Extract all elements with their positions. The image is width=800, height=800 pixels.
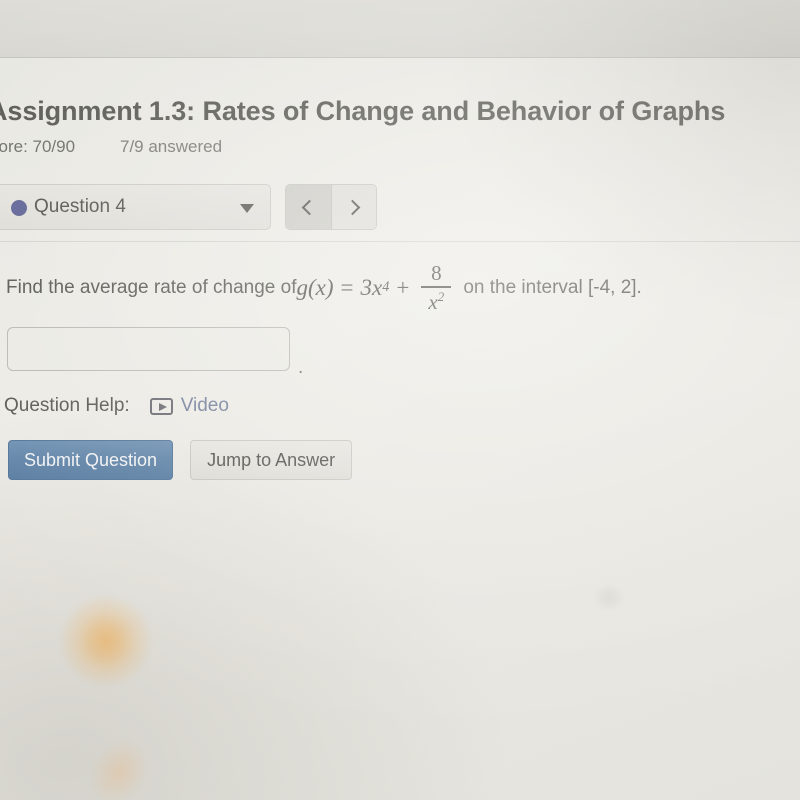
chevron-down-icon	[240, 204, 254, 213]
prompt-text-after: on the interval [-4, 2].	[463, 276, 642, 298]
lens-flare-secondary	[83, 734, 155, 800]
question-help-label: Question Help:	[4, 395, 130, 416]
prompt-text-before: Find the average rate of change of	[6, 276, 297, 298]
header-divider	[0, 57, 800, 58]
nav-divider	[0, 241, 800, 242]
function-name: g(x)	[296, 274, 334, 300]
video-link-label: Video	[180, 395, 229, 416]
video-help-link[interactable]: Video	[149, 395, 229, 417]
answered-count-text: 7/9 answered	[120, 137, 223, 156]
score-text: core: 70/90	[0, 137, 76, 156]
question-select-label: Question 4	[34, 196, 126, 217]
page-title: Assignment 1.3: Rates of Change and Beha…	[0, 96, 726, 126]
question-status-dot	[11, 200, 27, 216]
first-term-base: 3x	[360, 274, 383, 300]
lens-flare-faint	[596, 586, 622, 608]
question-select-dropdown[interactable]: Question 4	[0, 184, 271, 230]
assignment-screenshot: e Wednesday by 11:59pm Points 120 Submit…	[0, 0, 800, 800]
question-help-row: Question Help: Video	[0, 393, 229, 419]
chevron-left-icon	[301, 199, 318, 215]
previous-question-button[interactable]	[286, 185, 332, 229]
first-term-exponent: 4	[382, 279, 390, 296]
plus-sign: +	[396, 274, 410, 300]
equals-sign: =	[340, 274, 354, 300]
question-navigation-row: Question 4	[0, 184, 800, 242]
answer-input[interactable]	[7, 327, 290, 371]
denominator-exponent: 2	[437, 289, 445, 305]
fraction-denominator: x2	[423, 288, 449, 313]
fraction-numerator: 8	[431, 261, 442, 285]
denominator-base: x	[428, 290, 438, 315]
question-pager	[285, 184, 377, 230]
action-buttons-row: Submit Question Jump to Answer	[0, 440, 353, 480]
jump-to-answer-button[interactable]: Jump to Answer	[190, 440, 353, 480]
submit-question-button[interactable]: Submit Question	[8, 440, 174, 480]
lens-flare-primary	[62, 598, 150, 684]
trailing-period: .	[298, 357, 304, 378]
chevron-right-icon	[344, 199, 361, 215]
video-play-icon	[149, 397, 173, 415]
question-prompt: Find the average rate of change of g(x) …	[6, 262, 642, 313]
assignment-meta-bar	[0, 0, 800, 58]
fraction: 8 x2	[421, 261, 452, 313]
math-expression: g(x) = 3x 4 + 8 x2	[296, 262, 456, 313]
next-question-button[interactable]	[331, 185, 376, 229]
